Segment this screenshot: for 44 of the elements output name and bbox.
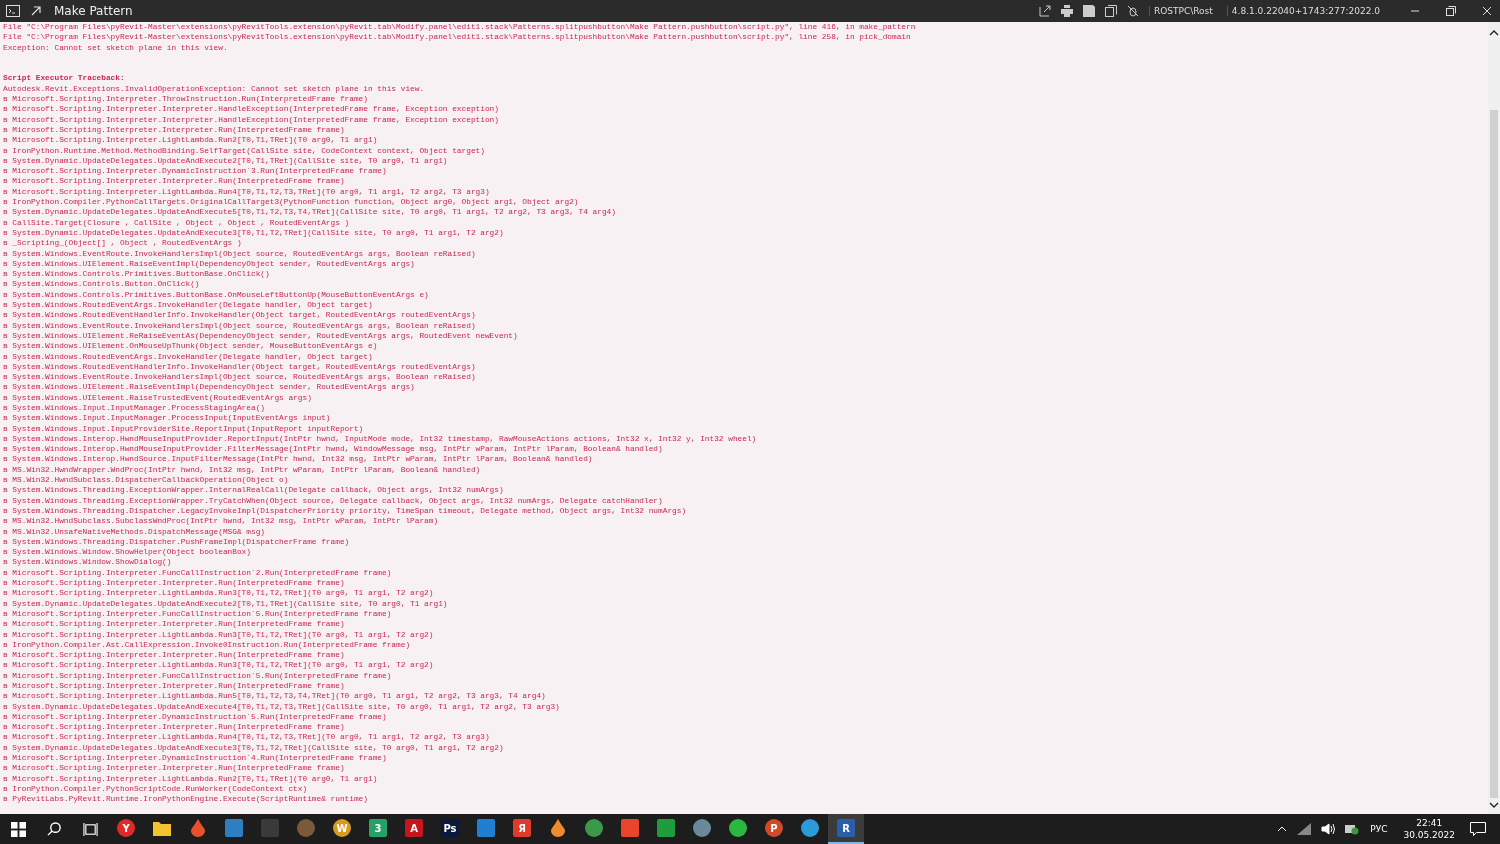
close-icon <box>1482 6 1492 16</box>
clock-time: 22:41 <box>1416 817 1443 829</box>
arrow-icon[interactable] <box>30 5 42 17</box>
taskbar-app[interactable]: 3 <box>360 814 396 844</box>
taskbar-app[interactable]: R <box>828 814 864 844</box>
app-letter: R <box>842 822 850 834</box>
app-letter: 3 <box>374 822 382 834</box>
save-icon[interactable] <box>1082 5 1095 17</box>
open-external-icon[interactable] <box>1038 5 1051 17</box>
scroll-thumb[interactable] <box>1490 110 1498 798</box>
scroll-up-icon[interactable] <box>1489 30 1499 36</box>
user-name: ROSTPC\Rost <box>1148 6 1217 16</box>
app-letter: W <box>336 822 348 834</box>
version-label: 4.8.1.0.22040+1743:277:2022.0 <box>1226 6 1384 16</box>
print-icon[interactable] <box>1060 5 1073 17</box>
drop-icon <box>551 819 565 837</box>
clock[interactable]: 22:41 30.05.2022 <box>1403 817 1455 841</box>
windows-start-icon[interactable] <box>11 821 26 837</box>
taskbar-app[interactable]: A <box>396 814 432 844</box>
app-letter: Я <box>518 822 526 834</box>
copy-icon[interactable] <box>1104 5 1117 17</box>
taskbar-app[interactable]: P <box>756 814 792 844</box>
notifications-icon[interactable] <box>1470 822 1486 836</box>
folder-icon <box>153 820 171 836</box>
app-letter: P <box>770 822 778 834</box>
drop-icon <box>191 819 205 837</box>
clock-date: 30.05.2022 <box>1403 829 1455 841</box>
search-icon[interactable] <box>47 821 62 837</box>
app-letter: A <box>410 822 418 834</box>
chevron-up-icon[interactable] <box>1277 826 1288 832</box>
terminal-icon <box>6 5 20 17</box>
taskbar-app[interactable]: Y <box>108 814 144 844</box>
taskbar-app[interactable]: Я <box>504 814 540 844</box>
language-indicator[interactable]: РУС <box>1370 824 1388 834</box>
app-letter: Ps <box>443 822 457 834</box>
taskbar-app[interactable]: Ps <box>432 814 468 844</box>
task-view-icon[interactable] <box>83 821 98 837</box>
app-letter: Y <box>122 822 130 834</box>
scrollbar[interactable] <box>1488 22 1500 814</box>
network-icon[interactable] <box>1297 823 1312 835</box>
volume-icon[interactable] <box>1321 823 1336 835</box>
restore-icon <box>1446 6 1456 16</box>
scroll-down-icon[interactable] <box>1489 802 1499 808</box>
window-title: Make Pattern <box>54 4 133 18</box>
